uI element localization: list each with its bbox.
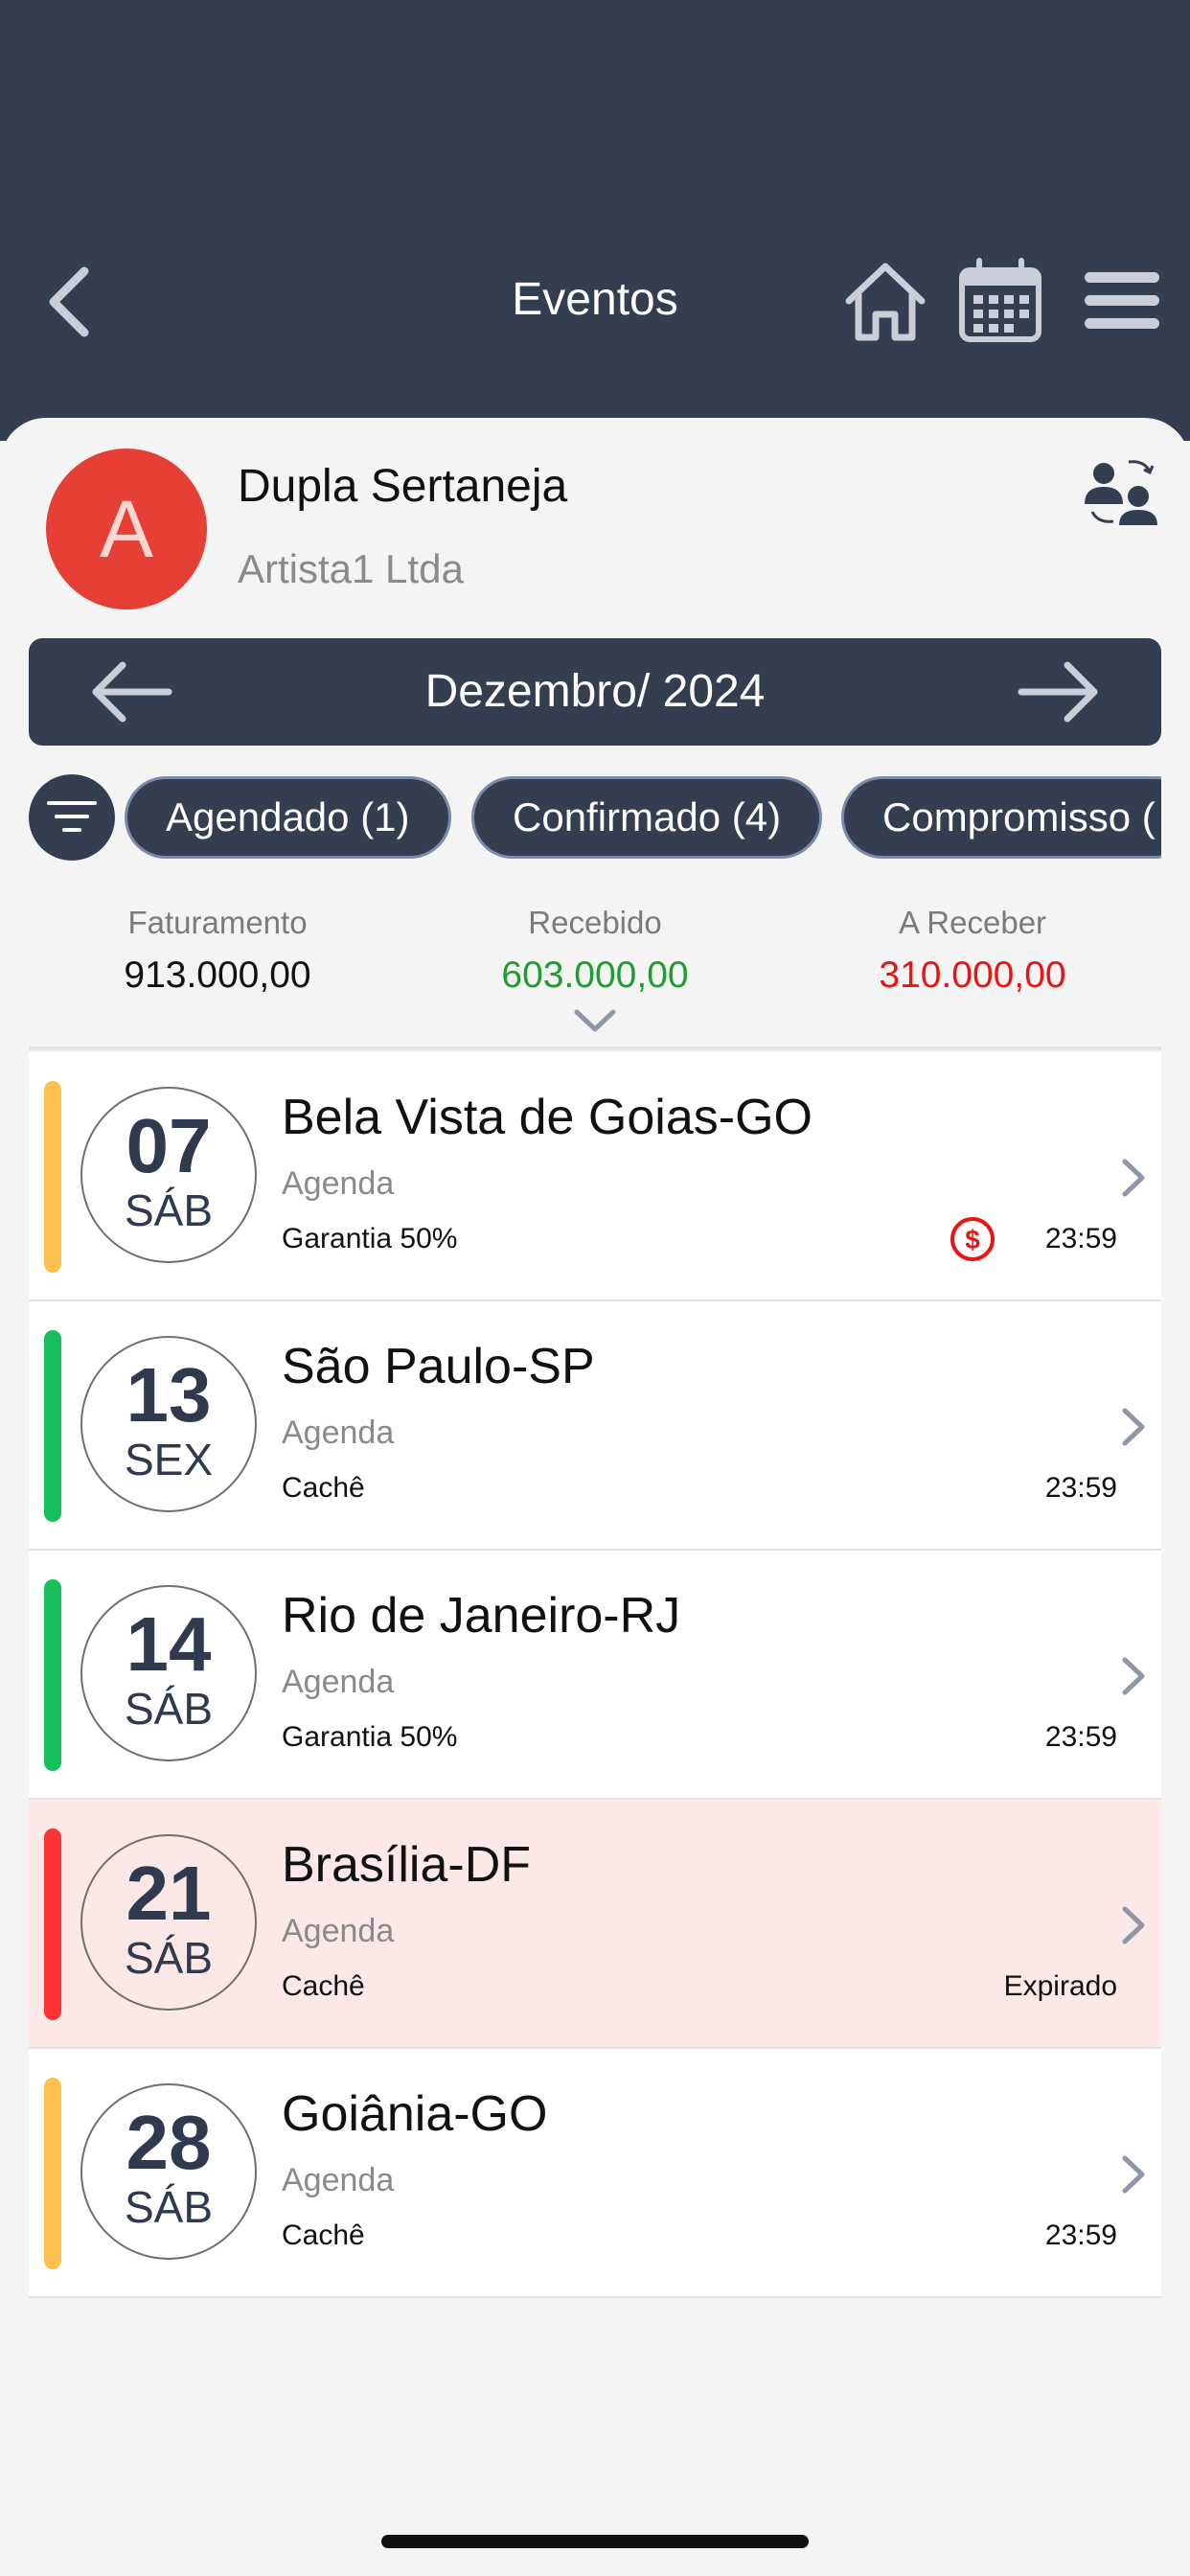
event-day: 14 xyxy=(126,1601,212,1687)
chevron-right-icon xyxy=(1122,2155,1145,2194)
filter-chip-confirmado[interactable]: Confirmado (4) xyxy=(471,776,823,859)
event-deal: Garantia 50% xyxy=(282,1223,458,1254)
chevron-right-icon xyxy=(1122,1657,1145,1695)
menu-icon[interactable] xyxy=(1081,266,1163,335)
chevron-right-icon xyxy=(1122,1159,1145,1197)
status-indicator xyxy=(44,1081,61,1273)
chevron-right-icon xyxy=(1122,1906,1145,1944)
date-badge: 13 SEX xyxy=(80,1336,257,1512)
filter-button[interactable] xyxy=(29,774,115,861)
top-bar: Eventos xyxy=(0,0,1190,441)
dollar-icon: $ xyxy=(950,1217,995,1261)
receivable-value: 310.000,00 xyxy=(879,954,1066,996)
status-indicator xyxy=(44,2078,61,2269)
event-weekday: SÁB xyxy=(124,2182,214,2232)
filter-chip-compromisso[interactable]: Compromisso ( xyxy=(841,776,1161,859)
event-list: 07 SÁB Bela Vista de Goias-GO Agenda Gar… xyxy=(29,1052,1161,2298)
event-deal: Cachê xyxy=(282,2220,365,2251)
event-weekday: SEX xyxy=(124,1435,214,1484)
avatar: A xyxy=(46,448,207,610)
date-badge: 14 SÁB xyxy=(80,1585,257,1761)
calendar-icon[interactable] xyxy=(956,257,1044,345)
received-label: Recebido xyxy=(528,905,662,940)
nav-row: Eventos xyxy=(0,240,1190,364)
received-summary: Recebido 603.000,00 xyxy=(406,905,784,997)
receivable-label: A Receber xyxy=(898,905,1047,940)
event-city: Rio de Janeiro-RJ xyxy=(282,1588,681,1644)
date-badge: 21 SÁB xyxy=(80,1834,257,2011)
billing-value: 913.000,00 xyxy=(124,954,311,996)
filter-bar: Agendado (1) Confirmado (4) Compromisso … xyxy=(29,772,1161,861)
filter-chip-agendado[interactable]: Agendado (1) xyxy=(125,776,451,859)
event-status: Expirado xyxy=(1003,1970,1117,2002)
next-month-arrow-icon[interactable] xyxy=(1016,659,1102,724)
event-type: Agenda xyxy=(282,2162,395,2198)
svg-text:$: $ xyxy=(965,1225,980,1254)
event-day: 07 xyxy=(126,1103,212,1188)
home-icon[interactable] xyxy=(841,257,929,345)
event-type: Agenda xyxy=(282,1913,395,1949)
chevron-right-icon xyxy=(1122,1408,1145,1446)
event-city: Brasília-DF xyxy=(282,1837,532,1893)
date-badge: 28 SÁB xyxy=(80,2083,257,2260)
month-label: Dezembro/ 2024 xyxy=(424,666,766,717)
home-indicator[interactable] xyxy=(381,2535,809,2548)
billing-summary: Faturamento 913.000,00 xyxy=(29,905,406,997)
switch-users-icon[interactable] xyxy=(1081,454,1161,525)
event-time: 23:59 xyxy=(1044,1223,1117,1254)
event-city: São Paulo-SP xyxy=(282,1339,595,1394)
date-badge: 07 SÁB xyxy=(80,1087,257,1263)
event-item[interactable]: 14 SÁB Rio de Janeiro-RJ Agenda Garantia… xyxy=(29,1551,1161,1800)
event-type: Agenda xyxy=(282,1165,395,1202)
event-time: 23:59 xyxy=(1044,1472,1117,1504)
event-weekday: SÁB xyxy=(124,1185,214,1235)
event-day: 28 xyxy=(126,2100,212,2185)
event-time: 23:59 xyxy=(1044,1721,1117,1753)
chevron-down-icon[interactable] xyxy=(571,1006,619,1035)
event-item[interactable]: 13 SEX São Paulo-SP Agenda Cachê 23:59 xyxy=(29,1301,1161,1551)
received-value: 603.000,00 xyxy=(501,954,689,996)
month-selector: Dezembro/ 2024 xyxy=(29,638,1161,746)
event-deal: Cachê xyxy=(282,1472,365,1504)
event-time: 23:59 xyxy=(1044,2220,1117,2251)
event-day: 21 xyxy=(126,1851,212,1936)
artist-company: Artista1 Ltda xyxy=(238,546,464,591)
event-item[interactable]: 28 SÁB Goiânia-GO Agenda Cachê 23:59 xyxy=(29,2049,1161,2298)
divider xyxy=(29,1046,1161,1050)
event-deal: Garantia 50% xyxy=(282,1721,458,1753)
event-type: Agenda xyxy=(282,1414,395,1451)
event-deal: Cachê xyxy=(282,1970,365,2002)
event-city: Bela Vista de Goias-GO xyxy=(282,1090,812,1145)
event-weekday: SÁB xyxy=(124,1684,214,1734)
receivable-summary: A Receber 310.000,00 xyxy=(784,905,1161,997)
billing-label: Faturamento xyxy=(127,905,308,940)
event-item[interactable]: 07 SÁB Bela Vista de Goias-GO Agenda Gar… xyxy=(29,1052,1161,1301)
event-day: 13 xyxy=(126,1352,212,1438)
event-type: Agenda xyxy=(282,1664,395,1700)
event-weekday: SÁB xyxy=(124,1933,214,1983)
financial-summary: Faturamento 913.000,00 Recebido 603.000,… xyxy=(29,905,1161,1000)
status-indicator xyxy=(44,1330,61,1522)
event-item[interactable]: 21 SÁB Brasília-DF Agenda Cachê Expirado xyxy=(29,1800,1161,2049)
status-indicator xyxy=(44,1579,61,1771)
artist-name: Dupla Sertaneja xyxy=(238,461,568,512)
event-city: Goiânia-GO xyxy=(282,2086,548,2142)
filter-icon xyxy=(47,801,97,832)
status-indicator xyxy=(44,1828,61,2020)
